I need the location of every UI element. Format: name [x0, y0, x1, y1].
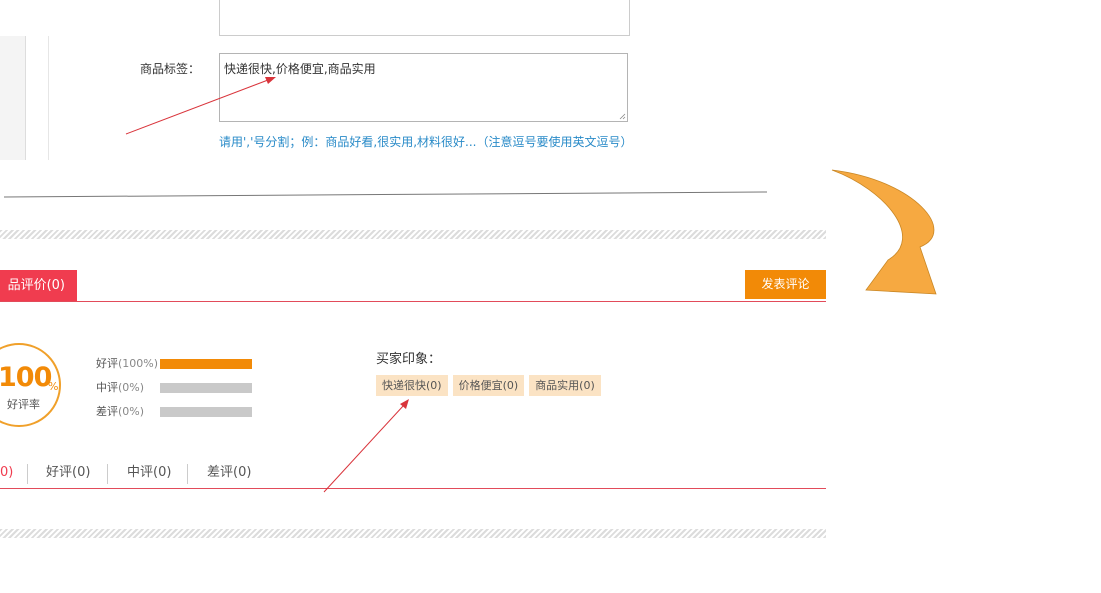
positive-rate-value: 100: [0, 362, 52, 393]
filter-separator: [187, 464, 188, 484]
rating-bar-row-good: 好评(100%): [96, 355, 158, 371]
tab-product-reviews[interactable]: 品评价(0): [0, 270, 77, 302]
buyer-impression-title: 买家印象：: [376, 352, 442, 367]
product-tag-label: 商品标签：: [140, 62, 201, 76]
positive-rate-unit: %: [48, 380, 59, 393]
previous-field[interactable]: [219, 0, 630, 36]
filter-separator: [107, 464, 108, 484]
rating-bar-name: 好评: [96, 357, 118, 370]
stripe-divider-top: [0, 230, 826, 239]
rating-bar-bad: [160, 407, 252, 417]
positive-rate-label: 好评率: [7, 398, 40, 411]
filter-neutral[interactable]: 中评(0): [127, 464, 171, 482]
curved-arrow-icon: [831, 169, 937, 295]
impression-tag[interactable]: 快递很快(0): [376, 375, 448, 396]
filter-separator: [27, 464, 28, 484]
rating-bar-name: 差评: [96, 405, 118, 418]
product-tag-textarea[interactable]: 快递很快,价格便宜,商品实用: [219, 53, 628, 122]
rating-bar-pct: (0%): [118, 381, 145, 394]
rating-bar-name: 中评: [96, 381, 118, 394]
rating-bar-good: [160, 359, 252, 369]
rating-bar-pct: (0%): [118, 405, 145, 418]
separator-line: [3, 191, 768, 198]
annotation-arrow-icon: [323, 399, 409, 493]
rating-bar-row-neutral: 中评(0%): [96, 379, 144, 395]
filter-all[interactable]: 0): [0, 464, 13, 482]
impression-tag[interactable]: 价格便宜(0): [452, 375, 525, 396]
tab-underline: [0, 301, 826, 302]
product-tag-value: 快递很快,价格便宜,商品实用: [224, 62, 376, 76]
panel-divider: [48, 36, 49, 160]
filter-good[interactable]: 好评(0): [46, 464, 90, 482]
filter-bad[interactable]: 差评(0): [207, 464, 251, 482]
rating-bar-fill: [160, 359, 252, 369]
left-panel: [0, 36, 26, 160]
product-tag-hint: 请用','号分割；例：商品好看,很实用,材料很好...（注意逗号要使用英文逗号）: [219, 135, 633, 149]
rating-bar-row-bad: 差评(0%): [96, 403, 144, 419]
post-review-button[interactable]: 发表评论: [745, 270, 826, 299]
filter-underline: [0, 488, 826, 489]
stripe-divider-bottom: [0, 529, 826, 538]
impression-tag[interactable]: 商品实用(0): [529, 375, 601, 396]
rating-bar-neutral: [160, 383, 252, 393]
buyer-impression-tags: 快递很快(0) 价格便宜(0) 商品实用(0): [376, 375, 601, 396]
rating-bar-pct: (100%): [118, 357, 159, 370]
resize-grip-icon[interactable]: [619, 113, 626, 120]
